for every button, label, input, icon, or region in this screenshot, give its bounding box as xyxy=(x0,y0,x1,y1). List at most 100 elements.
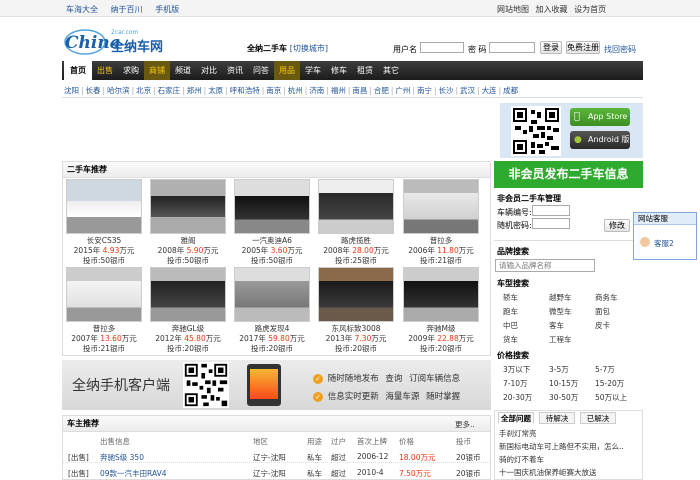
login-button[interactable]: 登录 xyxy=(540,41,562,54)
type-link[interactable]: 客车 xyxy=(549,320,564,331)
price-link[interactable]: 20-30万 xyxy=(503,392,532,403)
price-link[interactable]: 15-20万 xyxy=(595,378,624,389)
car-card[interactable]: 奔驰GL级 2012年 45.80万元 投币:20银币 xyxy=(149,267,227,354)
city-link[interactable]: 石家庄 xyxy=(156,85,183,96)
car-photo[interactable] xyxy=(234,267,310,322)
type-link[interactable]: 皮卡 xyxy=(595,320,610,331)
city-link[interactable]: 福州 xyxy=(329,85,348,96)
car-photo[interactable] xyxy=(403,267,479,322)
top-link-slogan[interactable]: 纳于百川 xyxy=(111,5,143,14)
type-link[interactable]: 商务车 xyxy=(595,292,618,303)
nav-rental[interactable]: 租赁 xyxy=(352,61,378,80)
city-link[interactable]: 呼和浩特 xyxy=(228,85,262,96)
table-row[interactable]: [出售] 奔驰S级 350 辽宁-沈阳 私车 超过 2006-12 18.00万… xyxy=(63,449,490,463)
top-link-sitemap[interactable]: 网站地图 xyxy=(497,5,529,14)
car-name[interactable]: 普拉多 xyxy=(402,236,480,246)
car-name[interactable]: 普拉多 xyxy=(65,324,143,334)
car-name[interactable]: 长安CS35 xyxy=(65,236,143,246)
forgot-password-link[interactable]: 找回密码 xyxy=(604,44,636,55)
car-name[interactable]: 奔驰GL级 xyxy=(149,324,227,334)
nav-news[interactable]: 资讯 xyxy=(222,61,248,80)
top-link-guide[interactable]: 车海大全 xyxy=(66,5,98,14)
nav-channel[interactable]: 频道 xyxy=(170,61,196,80)
city-link[interactable]: 沈阳 xyxy=(62,85,81,96)
car-photo[interactable] xyxy=(234,179,310,234)
city-link[interactable]: 成都 xyxy=(501,85,520,96)
qa-item[interactable]: 手刹灯常亮 xyxy=(499,428,537,439)
city-link[interactable]: 北京 xyxy=(134,85,153,96)
car-card[interactable]: 路虎发现4 2017年 59.80万元 投币:20银币 xyxy=(233,267,311,354)
car-name[interactable]: 路虎发现4 xyxy=(233,324,311,334)
tab-all-questions[interactable]: 全部问题 xyxy=(498,412,534,424)
price-link[interactable]: 5-7万 xyxy=(595,364,615,375)
car-photo[interactable] xyxy=(150,267,226,322)
free-post-banner[interactable]: 非会员发布二手车信息 xyxy=(494,161,643,188)
city-link[interactable]: 杭州 xyxy=(286,85,305,96)
car-card[interactable]: 普拉多 2006年 11.80万元 投币:21银币 xyxy=(402,179,480,266)
city-link[interactable]: 南宁 xyxy=(415,85,434,96)
type-link[interactable]: 中巴 xyxy=(503,320,518,331)
password-input[interactable] xyxy=(489,42,535,53)
city-link[interactable]: 济南 xyxy=(307,85,326,96)
car-card[interactable]: 普拉多 2007年 13.60万元 投币:21银币 xyxy=(65,267,143,354)
price-link[interactable]: 3万以下 xyxy=(503,364,530,375)
plate-input[interactable] xyxy=(532,205,570,216)
type-link[interactable]: 跑车 xyxy=(503,306,518,317)
edit-button[interactable]: 修改 xyxy=(604,219,630,232)
car-photo[interactable] xyxy=(403,179,479,234)
city-link[interactable]: 长沙 xyxy=(437,85,456,96)
type-link[interactable]: 面包 xyxy=(595,306,610,317)
car-name[interactable]: 雅阁 xyxy=(149,236,227,246)
nav-supplies[interactable]: 用品 xyxy=(274,61,300,80)
tab-pending[interactable]: 待解决 xyxy=(539,412,575,424)
price-link[interactable]: 3-5万 xyxy=(549,364,569,375)
nav-qa[interactable]: 问答 xyxy=(248,61,274,80)
car-name[interactable]: 一汽奥迪A6 xyxy=(233,236,311,246)
city-link[interactable]: 大连 xyxy=(480,85,499,96)
price-link[interactable]: 50万以上 xyxy=(595,392,627,403)
nav-repair[interactable]: 修车 xyxy=(326,61,352,80)
city-link[interactable]: 郑州 xyxy=(185,85,204,96)
city-link[interactable]: 广州 xyxy=(393,85,412,96)
car-photo[interactable] xyxy=(150,179,226,234)
brand-search-input[interactable] xyxy=(495,259,595,272)
tab-solved[interactable]: 已解决 xyxy=(580,412,616,424)
city-link[interactable]: 合肥 xyxy=(372,85,391,96)
city-link[interactable]: 哈尔滨 xyxy=(105,85,132,96)
top-link-homepage[interactable]: 设为首页 xyxy=(574,5,606,14)
type-link[interactable]: 工程车 xyxy=(549,334,572,345)
car-photo[interactable] xyxy=(318,267,394,322)
price-link[interactable]: 30-50万 xyxy=(549,392,578,403)
car-name[interactable]: 奔驰M级 xyxy=(402,324,480,334)
type-link[interactable]: 货车 xyxy=(503,334,518,345)
car-name[interactable]: 东风标致3008 xyxy=(317,324,395,334)
nav-driving-school[interactable]: 学车 xyxy=(300,61,326,80)
car-card[interactable]: 雅阁 2008年 5.90万元 投币:50银币 xyxy=(149,179,227,266)
qa-item[interactable]: 新国标电动车可上路但不实用，怎么.. xyxy=(499,441,624,452)
nav-other[interactable]: 其它 xyxy=(378,61,404,80)
city-link[interactable]: 长春 xyxy=(84,85,103,96)
type-link[interactable]: 轿车 xyxy=(503,292,518,303)
nav-compare[interactable]: 对比 xyxy=(196,61,222,80)
city-link[interactable]: 南京 xyxy=(264,85,283,96)
type-link[interactable]: 越野车 xyxy=(549,292,572,303)
android-button[interactable]: ● Android 版 xyxy=(570,131,630,149)
qa-item[interactable]: 骑的灯不着车 xyxy=(499,454,544,465)
random-pwd-input[interactable] xyxy=(532,218,570,229)
car-card[interactable]: 东风标致3008 2013年 7.30万元 投币:20银币 xyxy=(317,267,395,354)
price-link[interactable]: 10-15万 xyxy=(549,378,578,389)
nav-buy[interactable]: 求购 xyxy=(118,61,144,80)
car-card[interactable]: 路虎揽胜 2008年 28.00万元 投币:25银币 xyxy=(317,179,395,266)
register-button[interactable]: 免费注册 xyxy=(566,41,600,54)
city-link[interactable]: 南昌 xyxy=(350,85,369,96)
username-input[interactable] xyxy=(420,42,464,53)
car-card[interactable]: 一汽奥迪A6 2005年 3.60万元 投币:50银币 xyxy=(233,179,311,266)
nav-shops[interactable]: 商铺 xyxy=(144,61,170,80)
car-card[interactable]: 奔驰M级 2009年 22.88万元 投币:20银币 xyxy=(402,267,480,354)
site-logo[interactable]: China 2car.com 全纳车网 xyxy=(63,24,173,58)
qa-item[interactable]: 十一国庆机油保养岠赛大放送 xyxy=(499,467,597,478)
top-link-mobile[interactable]: 手机版 xyxy=(155,5,179,14)
car-photo[interactable] xyxy=(66,267,142,322)
city-link[interactable]: 武汉 xyxy=(458,85,477,96)
car-name[interactable]: 路虎揽胜 xyxy=(317,236,395,246)
